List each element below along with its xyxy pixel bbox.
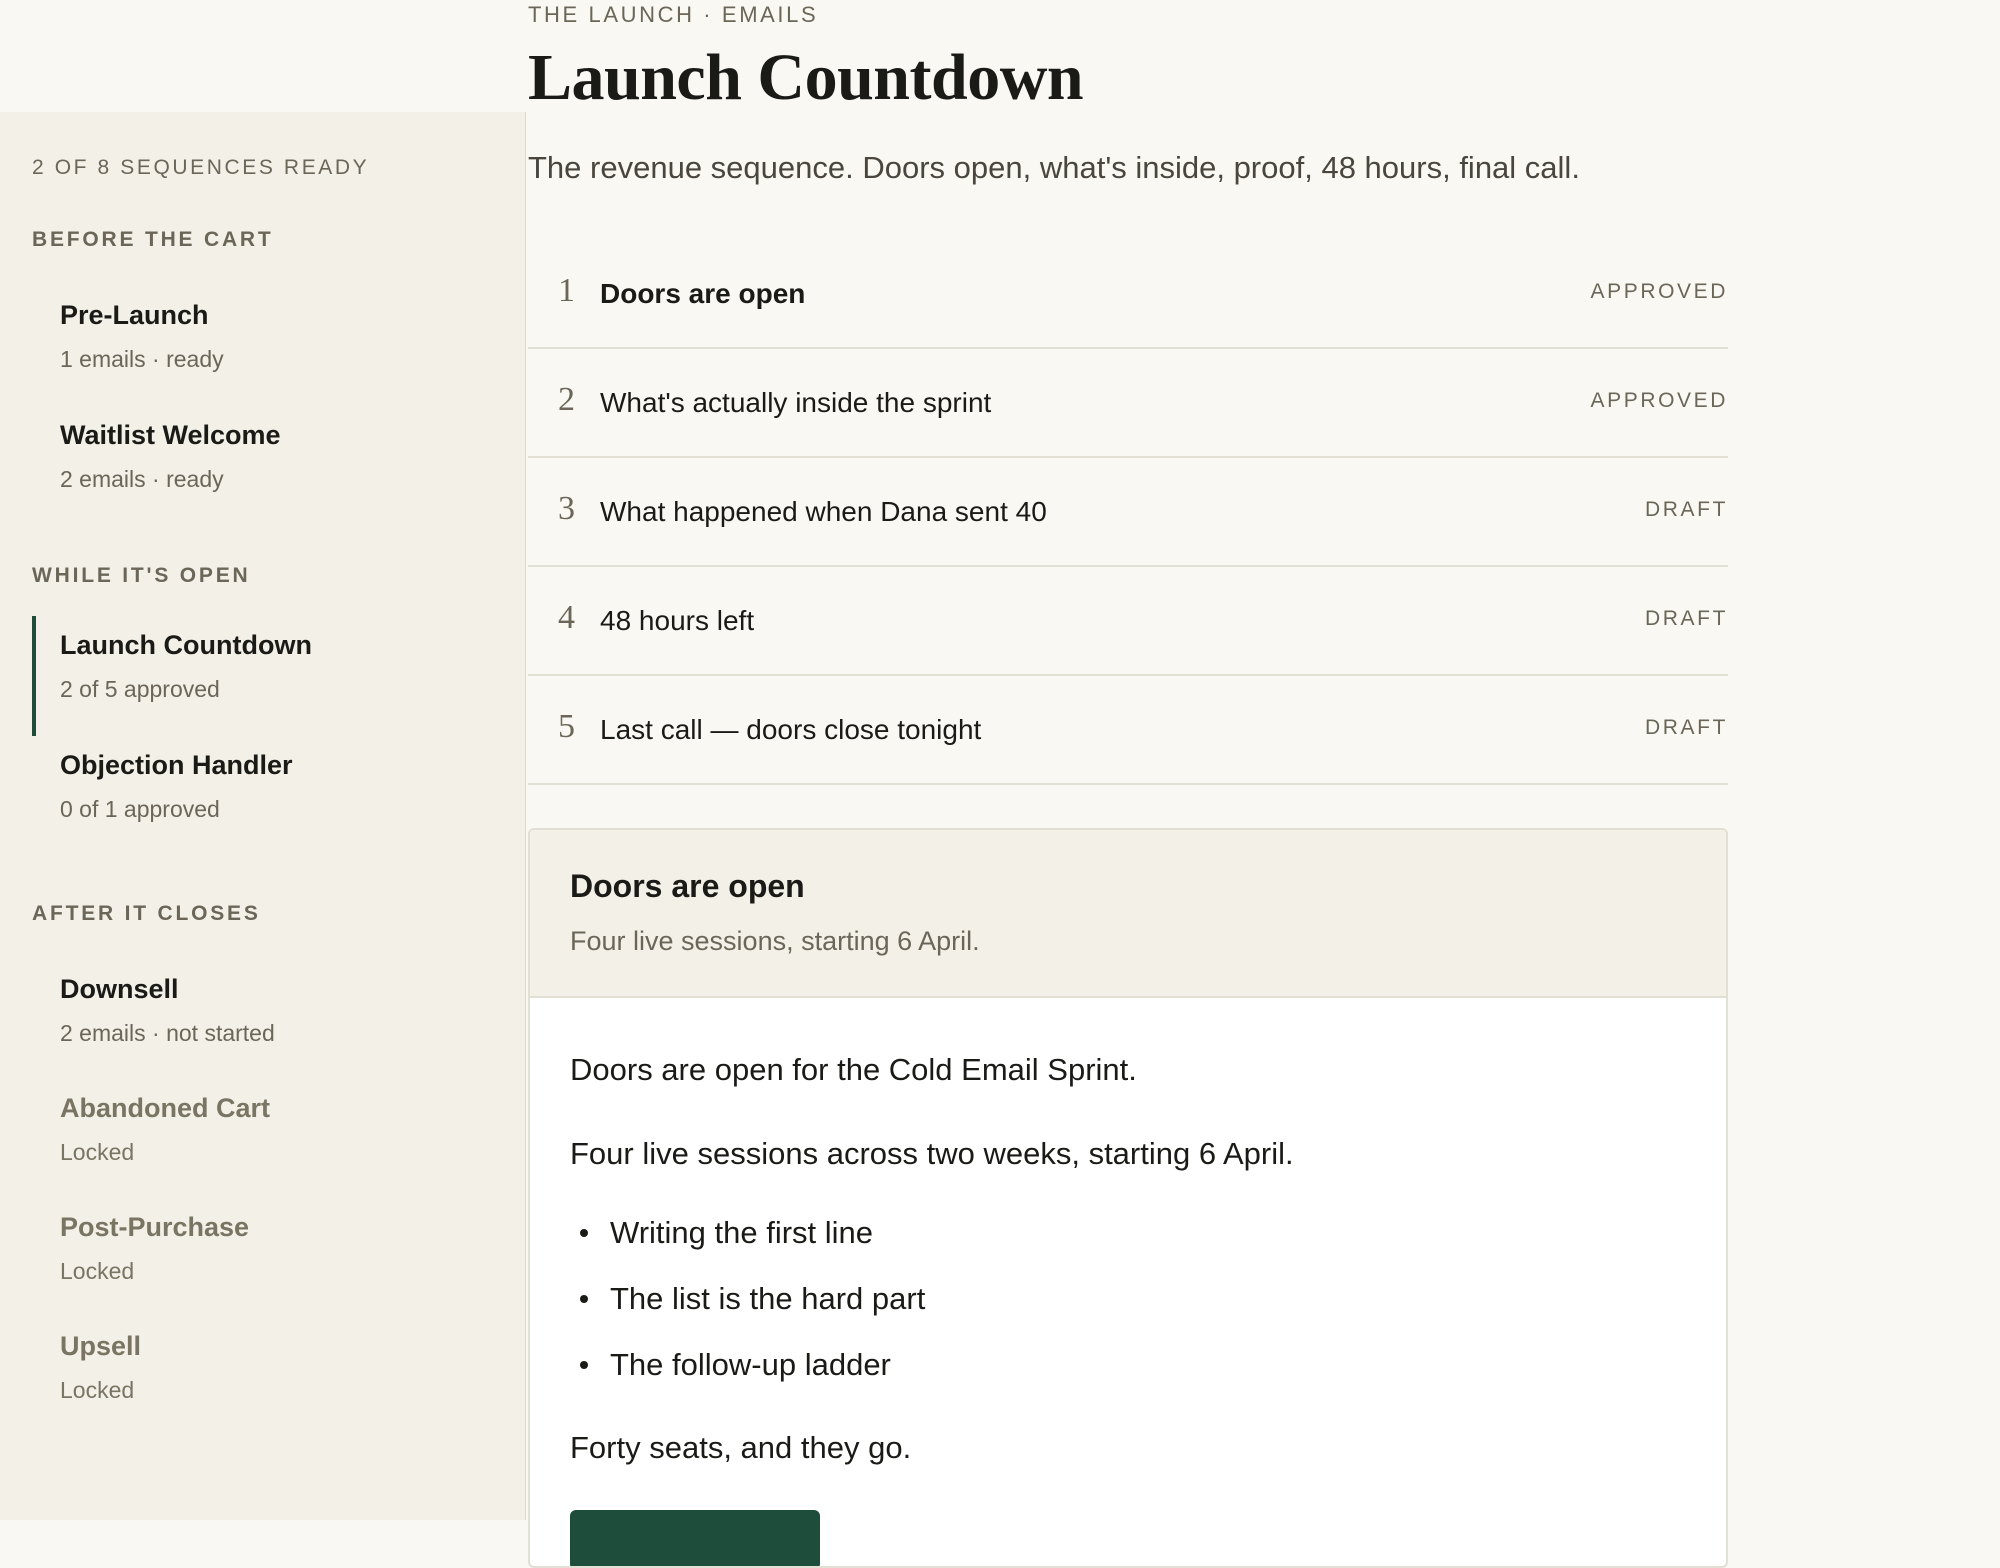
email-row[interactable]: 1 Doors are open APPROVED xyxy=(528,240,1728,349)
email-row[interactable]: 2 What's actually inside the sprint APPR… xyxy=(528,349,1728,458)
sidebar-item-title: Pre-Launch xyxy=(60,300,209,330)
page-description: The revenue sequence. Doors open, what's… xyxy=(528,150,1580,185)
sidebar-item-pre-launch[interactable]: Pre-Launch 1 emails · ready xyxy=(32,286,502,406)
email-number: 1 xyxy=(558,272,575,309)
sidebar-item-title: Post-Purchase xyxy=(60,1212,250,1242)
sidebar-item-waitlist-welcome[interactable]: Waitlist Welcome 2 emails · ready xyxy=(32,406,502,526)
sidebar-item-title: Waitlist Welcome xyxy=(60,420,281,450)
email-subject: 48 hours left xyxy=(600,605,755,636)
sidebar-item-upsell[interactable]: Upsell Locked xyxy=(32,1317,502,1437)
sidebar-item-title: Upsell xyxy=(60,1331,142,1361)
status-badge: APPROVED xyxy=(1590,389,1728,412)
sidebar-item-meta: Locked xyxy=(60,1139,135,1165)
email-number: 4 xyxy=(558,599,575,636)
sidebar-item-title: Downsell xyxy=(60,974,179,1004)
email-subject: What happened when Dana sent 40 xyxy=(600,496,1047,527)
email-subject: Doors are open xyxy=(600,278,806,309)
sidebar-item-downsell[interactable]: Downsell 2 emails · not started xyxy=(32,960,502,1080)
sidebar-item-meta: Locked xyxy=(60,1258,135,1284)
sidebar-item-abandoned-cart[interactable]: Abandoned Cart Locked xyxy=(32,1079,502,1199)
email-row[interactable]: 5 Last call — doors close tonight DRAFT xyxy=(528,676,1728,785)
body-bullet-list: Writing the first line The list is the h… xyxy=(570,1214,925,1412)
breadcrumb: THE LAUNCH · EMAILS xyxy=(528,2,819,27)
email-row[interactable]: 3 What happened when Dana sent 40 DRAFT xyxy=(528,458,1728,567)
sidebar-item-title: Launch Countdown xyxy=(60,630,312,660)
list-item: Writing the first line xyxy=(570,1214,925,1280)
status-badge: DRAFT xyxy=(1645,716,1728,739)
cta-button[interactable] xyxy=(570,1510,820,1566)
group-label-after-closes: AFTER IT CLOSES xyxy=(32,902,261,925)
email-row[interactable]: 4 48 hours left DRAFT xyxy=(528,567,1728,676)
body-paragraph: Four live sessions across two weeks, sta… xyxy=(570,1136,1294,1171)
preview-preheader: Four live sessions, starting 6 April. xyxy=(570,926,980,956)
email-list: 1 Doors are open APPROVED 2 What's actua… xyxy=(528,240,1728,785)
sidebar-item-launch-countdown[interactable]: Launch Countdown 2 of 5 approved xyxy=(32,616,502,736)
group-label-before-cart: BEFORE THE CART xyxy=(32,228,274,251)
status-badge: DRAFT xyxy=(1645,607,1728,630)
email-number: 2 xyxy=(558,381,575,418)
sidebar-item-post-purchase[interactable]: Post-Purchase Locked xyxy=(32,1198,502,1318)
sidebar-item-meta: 0 of 1 approved xyxy=(60,796,220,822)
status-badge: DRAFT xyxy=(1645,498,1728,521)
sidebar-item-meta: 2 of 5 approved xyxy=(60,676,220,702)
preview-subject: Doors are open xyxy=(570,868,805,904)
sidebar-item-meta: 1 emails · ready xyxy=(60,346,224,372)
sidebar-item-title: Objection Handler xyxy=(60,750,293,780)
sidebar-item-meta: 2 emails · not started xyxy=(60,1020,275,1046)
body-paragraph: Forty seats, and they go. xyxy=(570,1430,912,1465)
list-item: The follow-up ladder xyxy=(570,1346,925,1412)
group-label-while-open: WHILE IT'S OPEN xyxy=(32,564,251,587)
page-title: Launch Countdown xyxy=(528,41,1084,114)
email-number: 3 xyxy=(558,490,575,527)
body-paragraph: Doors are open for the Cold Email Sprint… xyxy=(570,1052,1137,1087)
sidebar: 2 OF 8 SEQUENCES READY BEFORE THE CART P… xyxy=(0,112,526,1520)
sidebar-item-meta: 2 emails · ready xyxy=(60,466,224,492)
email-preview-header: Doors are open Four live sessions, start… xyxy=(530,830,1726,998)
sidebar-item-title: Abandoned Cart xyxy=(60,1093,271,1123)
status-badge: APPROVED xyxy=(1590,280,1728,303)
email-subject: Last call — doors close tonight xyxy=(600,714,982,745)
sidebar-item-meta: Locked xyxy=(60,1377,135,1403)
sidebar-item-objection-handler[interactable]: Objection Handler 0 of 1 approved xyxy=(32,736,502,856)
email-number: 5 xyxy=(558,708,575,745)
list-item: The list is the hard part xyxy=(570,1280,925,1346)
email-subject: What's actually inside the sprint xyxy=(600,387,992,418)
email-preview: Doors are open Four live sessions, start… xyxy=(528,828,1728,1568)
sequences-summary: 2 OF 8 SEQUENCES READY xyxy=(32,156,370,179)
